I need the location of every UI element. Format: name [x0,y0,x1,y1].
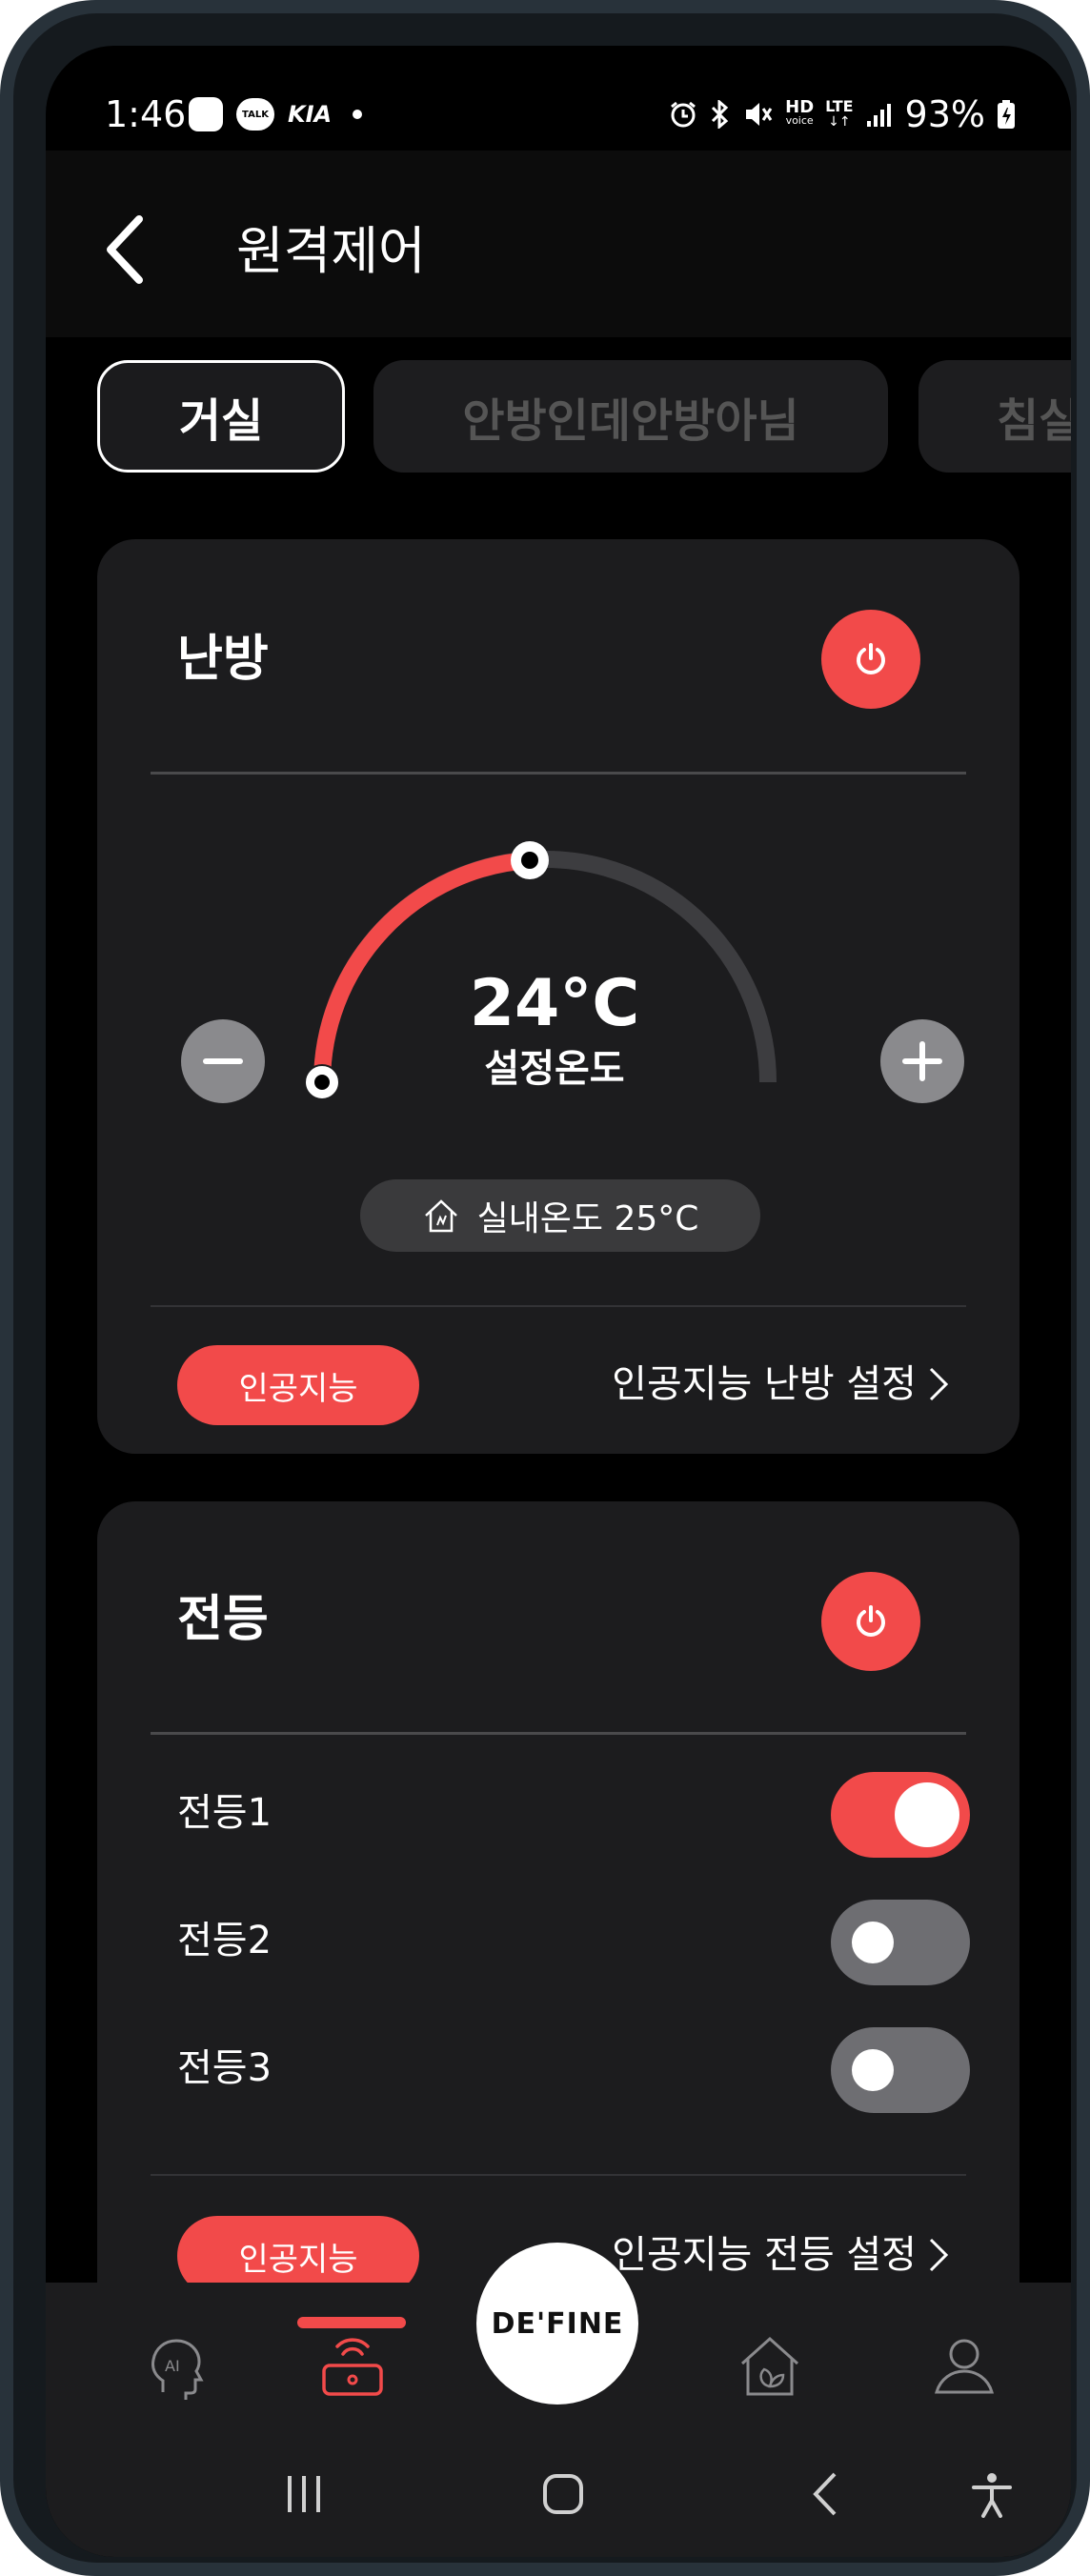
heating-bottom-divider [151,1305,966,1307]
define-home-button[interactable]: DE'FINE [476,2243,638,2405]
accessibility-icon [972,2473,1012,2518]
svg-text:AI: AI [165,2357,180,2375]
chevron-left-icon [813,2472,837,2516]
heating-card: 난방 24°C 설정온도 실내온도 25°C 인공지능 인공지능 난방 설정 [97,539,1019,1454]
light-row: 전등1 [177,1772,970,1858]
status-time: 1:46 [105,93,187,135]
light-1-toggle[interactable] [831,1772,970,1858]
phone-bezel: 1:46 TALK KIA HD voice LTE ↓↑ 93% 원격제어 거… [13,13,1077,2563]
toggle-knob [852,1922,894,1963]
light-label: 전등1 [177,1791,272,1835]
light-3-toggle[interactable] [831,2027,970,2113]
lighting-ai-settings-label: 인공지능 전등 설정 [612,2233,917,2277]
accessibility-button[interactable] [949,2456,1035,2532]
phone-frame: 1:46 TALK KIA HD voice LTE ↓↑ 93% 원격제어 거… [0,0,1090,2576]
chevron-right-icon [929,2238,949,2272]
kakaotalk-icon: TALK [236,98,274,131]
home-icon [543,2474,583,2514]
lte-icon: LTE ↓↑ [825,97,854,131]
plus-icon [902,1041,942,1081]
tab-bedroom[interactable]: 침실 [918,360,1071,473]
eco-home-icon [740,2336,799,2396]
minus-icon [203,1058,243,1064]
remote-control-icon [322,2338,383,2396]
status-bar: 1:46 TALK KIA HD voice LTE ↓↑ 93% [46,46,1071,151]
app-notification-icon [189,97,223,131]
nav-profile[interactable] [907,2321,1021,2412]
bluetooth-icon [712,100,729,129]
page-title: 원격제어 [236,221,426,281]
kia-icon: KIA [288,101,333,128]
heating-power-button[interactable] [821,610,920,709]
temperature-increase-button[interactable] [880,1019,964,1103]
signal-icon [866,104,891,127]
home-thermometer-icon [424,1199,457,1233]
light-label: 전등2 [177,1919,272,1962]
mute-icon [746,103,773,126]
indoor-temperature-text: 실내온도 25°C [476,1199,699,1238]
heating-ai-settings-label: 인공지능 난방 설정 [612,1362,917,1406]
battery-percent: 93% [904,93,985,135]
light-row: 전등3 [177,2027,970,2113]
set-temperature-label: 설정온도 [484,1047,625,1091]
more-notifications-dot [353,110,363,119]
light-label: 전등3 [177,2046,272,2090]
power-icon [857,643,885,674]
set-temperature-value: 24°C [469,966,640,1041]
notification-icons: TALK KIA [189,93,363,135]
recent-apps-button[interactable] [261,2456,347,2532]
toggle-knob [852,2049,894,2091]
lighting-power-button[interactable] [821,1572,920,1671]
indoor-temperature-pill: 실내온도 25°C [360,1179,760,1252]
tab-living-room[interactable]: 거실 [97,360,345,473]
power-icon [857,1605,885,1637]
heating-title: 난방 [177,631,269,688]
heating-divider [151,772,966,775]
home-button[interactable] [520,2456,606,2532]
app-screen: 1:46 TALK KIA HD voice LTE ↓↑ 93% 원격제어 거… [46,46,1071,2557]
tab-master-bedroom[interactable]: 안방인데안방아님 [373,360,888,473]
profile-icon [935,2339,994,2394]
toggle-knob [895,1782,959,1847]
chevron-right-icon [929,1367,949,1401]
lighting-title: 전등 [177,1591,269,1648]
back-button[interactable] [88,204,160,295]
system-status-icons: HD voice LTE ↓↑ 93% [669,93,1016,135]
app-header: 원격제어 [46,151,1071,337]
recent-apps-icon [288,2476,320,2512]
room-tabs: 거실 안방인데안방아님 침실 [46,347,1071,480]
lighting-divider [151,1732,966,1735]
heating-ai-settings-link[interactable]: 인공지능 난방 설정 [612,1360,949,1408]
light-2-toggle[interactable] [831,1900,970,1985]
ai-head-icon: AI [151,2339,204,2400]
heating-ai-badge[interactable]: 인공지능 [177,1345,419,1425]
nav-remote-control[interactable] [295,2321,410,2412]
lighting-ai-settings-link[interactable]: 인공지능 전등 설정 [612,2231,949,2279]
lighting-card: 전등 전등1 전등2 전등3 인공지능 인공지능 전등 설정 [97,1501,1019,2359]
nav-ai[interactable]: AI [120,2321,234,2412]
light-row: 전등2 [177,1900,970,1985]
lighting-bottom-divider [151,2174,966,2176]
hd-voice-icon: HD voice [785,97,815,128]
system-navigation-bar [46,2427,1071,2557]
temperature-decrease-button[interactable] [181,1019,265,1103]
alarm-icon [671,101,696,128]
system-back-button[interactable] [783,2456,869,2532]
battery-charging-icon [998,100,1015,129]
chevron-left-icon [107,215,143,284]
nav-eco-home[interactable] [713,2321,827,2412]
